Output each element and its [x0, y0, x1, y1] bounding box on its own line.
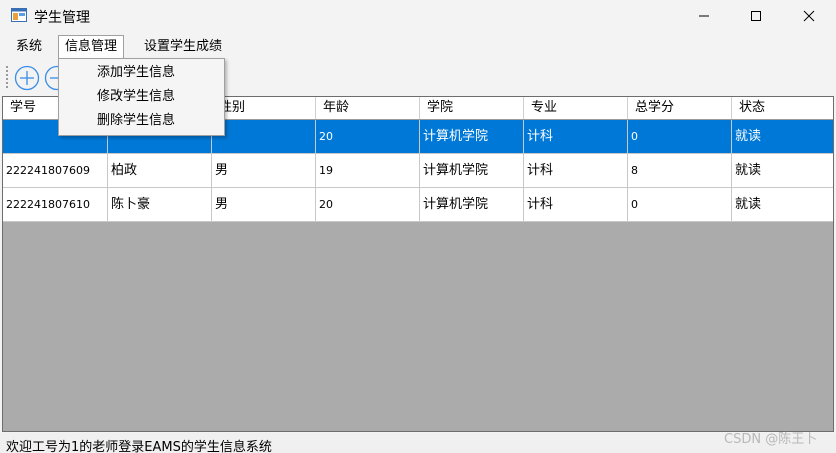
table-cell[interactable]: 计科 — [524, 120, 628, 153]
table-cell[interactable] — [212, 120, 316, 153]
table-cell[interactable]: 柏政 — [108, 154, 212, 187]
add-button[interactable] — [14, 65, 40, 91]
table-row[interactable]: 222241807609 柏政 男 19 计算机学院 计科 8 就读 — [3, 154, 833, 188]
menu-item-delete-student[interactable]: 删除学生信息 — [97, 110, 175, 132]
table-cell[interactable]: 陈卜豪 — [108, 188, 212, 221]
status-bar: 欢迎工号为1的老师登录EAMS的学生信息系统 — [0, 433, 836, 453]
column-header-college[interactable]: 学院 — [420, 97, 524, 119]
table-cell[interactable]: 就读 — [732, 188, 833, 221]
close-button[interactable] — [786, 0, 832, 32]
status-text: 欢迎工号为1的老师登录EAMS的学生信息系统 — [6, 440, 272, 453]
menu-item-add-student[interactable]: 添加学生信息 — [97, 62, 175, 84]
table-cell[interactable]: 计科 — [524, 154, 628, 187]
student-data-grid[interactable]: 学号 性别 年龄 学院 专业 总学分 状态 20 计算机学院 计科 0 就读 2… — [2, 96, 834, 432]
menu-info-manage[interactable]: 信息管理 — [58, 35, 125, 58]
table-cell[interactable]: 男 — [212, 188, 316, 221]
column-header-credits[interactable]: 总学分 — [628, 97, 732, 119]
menu-item-edit-student[interactable]: 修改学生信息 — [97, 86, 175, 108]
info-manage-dropdown: 添加学生信息 修改学生信息 删除学生信息 — [58, 58, 225, 136]
title-bar: 学生管理 — [0, 0, 836, 32]
column-header-age[interactable]: 年龄 — [316, 97, 420, 119]
maximize-button[interactable] — [733, 0, 779, 32]
close-icon — [803, 10, 815, 22]
table-row[interactable]: 222241807610 陈卜豪 男 20 计算机学院 计科 0 就读 — [3, 188, 833, 222]
menu-set-score[interactable]: 设置学生成绩 — [138, 35, 228, 58]
toolbar-grip[interactable] — [6, 66, 9, 88]
table-cell[interactable]: 男 — [212, 154, 316, 187]
table-cell[interactable]: 计算机学院 — [420, 188, 524, 221]
table-cell[interactable]: 就读 — [732, 120, 833, 153]
menu-system[interactable]: 系统 — [10, 35, 48, 58]
table-cell[interactable]: 0 — [628, 188, 732, 221]
table-cell[interactable]: 计科 — [524, 188, 628, 221]
minimize-button[interactable] — [681, 0, 727, 32]
maximize-icon — [751, 11, 761, 21]
watermark: CSDN @陈王卜 — [724, 432, 818, 447]
column-header-major[interactable]: 专业 — [524, 97, 628, 119]
table-cell[interactable]: 计算机学院 — [420, 154, 524, 187]
column-header-status[interactable]: 状态 — [732, 97, 833, 119]
table-cell[interactable]: 0 — [628, 120, 732, 153]
column-header-gender[interactable]: 性别 — [212, 97, 316, 119]
table-cell[interactable]: 222241807610 — [3, 188, 108, 221]
table-cell[interactable]: 20 — [316, 188, 420, 221]
menu-bar: 系统 信息管理 设置学生成绩 — [0, 33, 836, 59]
window-title: 学生管理 — [34, 10, 90, 26]
table-cell[interactable]: 8 — [628, 154, 732, 187]
table-cell[interactable]: 19 — [316, 154, 420, 187]
table-cell[interactable]: 20 — [316, 120, 420, 153]
table-cell[interactable]: 222241807609 — [3, 154, 108, 187]
table-cell[interactable]: 就读 — [732, 154, 833, 187]
table-cell[interactable]: 计算机学院 — [420, 120, 524, 153]
plus-circle-icon — [14, 65, 40, 91]
app-window-icon — [11, 8, 27, 22]
minimize-icon — [699, 15, 709, 17]
